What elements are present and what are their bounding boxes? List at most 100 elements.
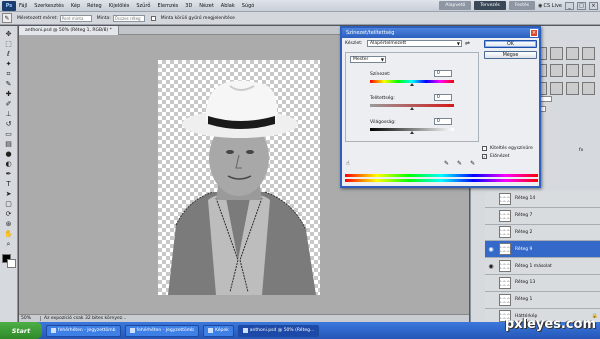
stamp-tool-icon[interactable]: ⊥	[3, 110, 15, 119]
taskbar-item[interactable]: fehérhéten - Jegyzettömb	[46, 324, 121, 337]
start-button[interactable]: Start	[0, 322, 42, 339]
path-select-icon[interactable]: ➤	[3, 190, 15, 199]
document-tab[interactable]: anthoni.psd @ 50% (Réteg 1, RGB/8) *	[19, 26, 119, 35]
layer-row[interactable]: Réteg 13	[485, 274, 600, 292]
saturation-label: Telítettség:	[370, 96, 395, 101]
eye-icon[interactable]: ◉	[485, 263, 497, 270]
pen-tool-icon[interactable]: ✒	[3, 170, 15, 179]
lightness-slider-thumb[interactable]	[410, 131, 414, 134]
taskbar-item[interactable]: Képek	[203, 324, 234, 337]
menu-image[interactable]: Kép	[71, 3, 80, 9]
taskbar-item[interactable]: fehérhéten - Jegyzettömb	[124, 324, 200, 337]
cs-live-icon: ◉	[538, 2, 543, 9]
ok-button[interactable]: OK	[484, 40, 537, 48]
channel-mixer-icon[interactable]	[550, 81, 563, 95]
menu-help[interactable]: Súgó	[242, 3, 255, 9]
show-ring-checkbox[interactable]	[150, 15, 156, 21]
eyedropper-icon[interactable]: ✎	[444, 160, 449, 167]
move-tool-icon[interactable]: ✥	[3, 30, 15, 39]
zoom-tool-icon[interactable]: ⌕	[3, 240, 15, 249]
minimize-icon[interactable]: _	[565, 1, 574, 10]
show-ring-label: Minta körüli gyűrű megjelenítése	[160, 15, 235, 21]
marquee-tool-icon[interactable]: ⬚	[3, 40, 15, 49]
type-tool-icon[interactable]: T	[3, 180, 15, 189]
layer-row[interactable]: ◉ Réteg 9	[485, 241, 600, 259]
image-canvas[interactable]	[158, 60, 320, 295]
shape-tool-icon[interactable]: ▢	[3, 200, 15, 209]
preview-checkbox[interactable]: ✓	[482, 154, 487, 159]
preset-options-icon[interactable]: ⇌	[465, 40, 470, 47]
zoom-level[interactable]: 50%	[19, 316, 41, 321]
menu-filter[interactable]: Szűrő	[136, 3, 150, 9]
layer-row[interactable]: Réteg 1	[485, 291, 600, 309]
preset-select[interactable]: Alapértelmezett ▼	[367, 40, 462, 47]
eyedropper-tool-icon[interactable]: ✎	[2, 13, 12, 23]
hue-field[interactable]: 0	[434, 70, 452, 77]
channel-select[interactable]: Mester ▼	[350, 56, 386, 63]
sample-select[interactable]: Összes réteg	[112, 14, 145, 22]
blur-tool-icon[interactable]: ●	[3, 150, 15, 159]
menu-layer[interactable]: Réteg	[87, 3, 102, 9]
background-color[interactable]	[6, 259, 16, 268]
menu-window[interactable]: Ablak	[221, 3, 235, 9]
lightness-field[interactable]: 0	[434, 118, 452, 125]
eraser-tool-icon[interactable]: ▭	[3, 130, 15, 139]
layer-row[interactable]: Réteg 14	[485, 191, 600, 208]
posterize-icon[interactable]	[582, 81, 595, 95]
levels-icon[interactable]	[550, 47, 563, 60]
eyedropper-plus-icon[interactable]: ✎	[457, 160, 462, 167]
chevron-down-icon: ▼	[380, 57, 384, 62]
eyedropper-group: ✎ ✎ ✎	[444, 160, 475, 167]
history-brush-icon[interactable]: ↺	[3, 120, 15, 129]
3d-rotate-icon[interactable]: ⟳	[3, 210, 15, 219]
dialog-titlebar[interactable]: Színezet/telítettség ×	[342, 28, 539, 38]
lasso-tool-icon[interactable]: ℓ	[3, 50, 15, 59]
saturation-field[interactable]: 0	[434, 94, 452, 101]
menu-file[interactable]: Fájl	[19, 3, 27, 9]
curves-icon[interactable]	[566, 47, 579, 60]
eyedropper-icon[interactable]: ✎	[3, 80, 15, 89]
eye-icon[interactable]: ◉	[485, 246, 497, 253]
fx-icon[interactable]: fx	[579, 148, 583, 153]
brush-tool-icon[interactable]: ✐	[3, 100, 15, 109]
hue-icon[interactable]	[550, 64, 563, 78]
menu-3d[interactable]: 3D	[185, 3, 192, 9]
color-balance-icon[interactable]	[566, 64, 579, 78]
menu-edit[interactable]: Szerkesztés	[34, 3, 64, 9]
taskbar-item-label: Képek	[215, 328, 229, 333]
3d-orbit-icon[interactable]: ⊛	[3, 220, 15, 229]
bw-icon[interactable]	[582, 64, 595, 78]
exposure-icon[interactable]	[582, 47, 595, 60]
maximize-icon[interactable]: □	[577, 1, 586, 10]
layer-row[interactable]: Réteg 7	[485, 207, 600, 225]
quick-select-tool-icon[interactable]: ✦	[3, 60, 15, 69]
colorize-checkbox[interactable]	[482, 146, 487, 151]
dodge-tool-icon[interactable]: ◐	[3, 160, 15, 169]
eyedropper-minus-icon[interactable]: ✎	[470, 160, 475, 167]
gradient-tool-icon[interactable]: ▤	[3, 140, 15, 149]
saturation-slider-thumb[interactable]	[410, 107, 414, 110]
cancel-button[interactable]: Mégse	[484, 51, 537, 59]
taskbar-item-active[interactable]: anthoni.psd @ 50% (Réteg...	[237, 324, 320, 337]
menu-analysis[interactable]: Elemzés	[157, 3, 178, 9]
layer-row[interactable]: Réteg 2	[485, 224, 600, 242]
hand-tool-icon[interactable]: ✋	[3, 230, 15, 239]
healing-tool-icon[interactable]: ✚	[3, 90, 15, 99]
menu-select[interactable]: Kijelölés	[109, 3, 130, 9]
size-select[interactable]: Pont minta	[59, 14, 92, 22]
layer-thumbnail	[499, 293, 511, 306]
cs-live-button[interactable]: ◉ CS Live	[538, 3, 562, 9]
workspace-essentials[interactable]: Alapvető	[439, 1, 472, 10]
color-swatches[interactable]	[1, 254, 16, 268]
workspace-painting[interactable]: Festés	[508, 1, 536, 10]
adjustments-panel	[531, 44, 600, 100]
workspace-design[interactable]: Tervezés	[474, 1, 506, 10]
crop-tool-icon[interactable]: ⌗	[3, 70, 15, 79]
targeted-adjustment-icon[interactable]: ☝	[346, 160, 350, 167]
dialog-close-icon[interactable]: ×	[530, 29, 538, 37]
layer-row[interactable]: ◉ Réteg 1 másolat	[485, 258, 600, 275]
menu-view[interactable]: Nézet	[199, 3, 213, 9]
close-icon[interactable]: ×	[589, 1, 598, 10]
invert-icon[interactable]	[566, 81, 579, 95]
hue-slider-thumb[interactable]	[410, 83, 414, 86]
